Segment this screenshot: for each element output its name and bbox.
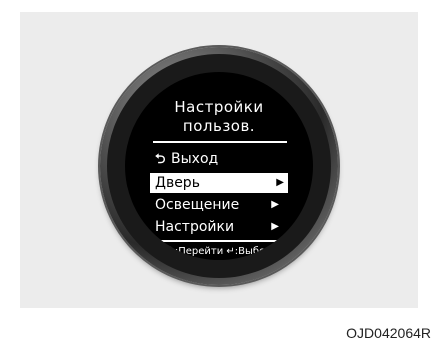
display-screen: Настройки пользов. ⮌ Выход Дверь ▶ Освеще… <box>125 72 313 260</box>
enter-arrow-icon: ↵ <box>226 246 235 257</box>
triangle-right-icon: ▶ <box>271 199 279 210</box>
menu-item-door[interactable]: Дверь ▶ <box>150 173 288 193</box>
menu-item-settings-label: Настройки <box>155 219 235 235</box>
hint-select-label: Выбор <box>238 246 272 257</box>
menu-item-settings[interactable]: Настройки ▶ <box>155 217 283 237</box>
hint-navigate-label: Перейти <box>178 246 224 257</box>
menu-title-line1: Настройки <box>174 98 264 116</box>
up-down-arrows-icon: ⬍ <box>166 246 175 257</box>
menu-title: Настройки пользов. <box>125 98 313 136</box>
triangle-right-icon: ▶ <box>271 221 279 232</box>
menu-item-lighting[interactable]: Освещение ▶ <box>155 195 283 215</box>
menu-item-lighting-label: Освещение <box>155 197 240 213</box>
menu-title-line2: пользов. <box>182 117 256 135</box>
menu-item-exit-label: Выход <box>171 151 219 167</box>
figure-code: OJD042064R <box>346 325 431 341</box>
title-divider <box>153 141 287 143</box>
hint-divider <box>153 240 287 242</box>
menu-item-exit[interactable]: ⮌ Выход <box>155 149 283 169</box>
cluster-display-bezel: Настройки пользов. ⮌ Выход Дверь ▶ Освеще… <box>100 47 338 285</box>
control-hint: ⬍:Перейти ↵:Выбор <box>166 246 272 257</box>
menu-item-door-label: Дверь <box>155 175 200 191</box>
return-arrow-icon: ⮌ <box>155 152 166 167</box>
chrome-ring: Настройки пользов. ⮌ Выход Дверь ▶ Освеще… <box>107 54 331 278</box>
triangle-right-icon: ▶ <box>276 177 284 188</box>
